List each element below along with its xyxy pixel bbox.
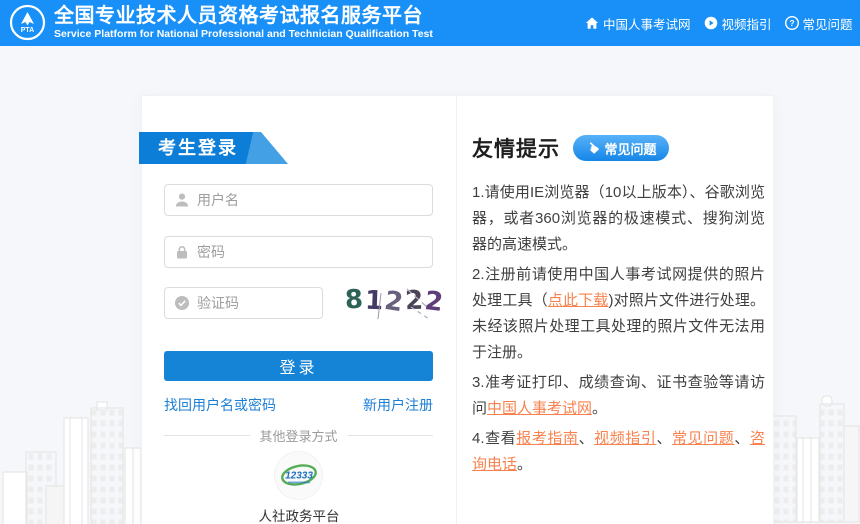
nav-label: 常见问题	[803, 14, 853, 33]
tip-paragraph-1: 1.请使用IE浏览器（10以上版本）、谷歌浏览器，或者360浏览器的极速模式、搜…	[472, 180, 765, 258]
download-photo-tool-link[interactable]: 点此下载	[548, 292, 609, 309]
account-links: 找回用户名或密码 新用户注册	[164, 395, 433, 415]
lock-icon	[174, 244, 190, 260]
brand: PTA 全国专业技术人员资格考试报名服务平台 Service Platform …	[9, 4, 433, 41]
tips-title: 友情提示	[472, 133, 560, 163]
exam-guide-link[interactable]: 报考指南	[516, 430, 578, 447]
site-subtitle: Service Platform for National Profession…	[54, 28, 433, 41]
tip-paragraph-4: 4.查看报考指南、视频指引、常见问题、咨询电话。	[472, 426, 765, 478]
password-input[interactable]	[197, 237, 426, 267]
question-circle-icon: ?	[785, 16, 799, 30]
tips-body: 1.请使用IE浏览器（10以上版本）、谷歌浏览器，或者360浏览器的极速模式、搜…	[472, 180, 765, 482]
nav-label: 中国人事考试网	[603, 14, 691, 33]
exam-site-link[interactable]: 中国人事考试网	[487, 400, 592, 417]
gov-12333-login-button[interactable]: 12333	[275, 452, 322, 499]
nav-link-faq[interactable]: ? 常见问题	[785, 14, 853, 33]
12333-logo-icon: 12333	[279, 461, 319, 491]
nav-link-video-guide[interactable]: 视频指引	[704, 14, 772, 33]
logo-text: PTA	[21, 27, 34, 34]
captcha-noise	[345, 281, 434, 321]
faq-badge-label: 常见问题	[604, 139, 656, 158]
pointer-hand-icon: ☚	[582, 137, 604, 159]
captcha-input[interactable]	[197, 288, 316, 318]
username-field	[164, 184, 433, 216]
password-field	[164, 236, 433, 268]
column-divider	[456, 96, 457, 524]
site-title: 全国专业技术人员资格考试报名服务平台	[54, 5, 433, 27]
other-login-divider: 其他登录方式	[164, 426, 433, 444]
svg-text:12333: 12333	[285, 470, 313, 481]
other-login-label: 其他登录方式	[250, 426, 348, 445]
captcha-image[interactable]: 81222	[345, 281, 434, 321]
shield-check-icon	[174, 295, 190, 311]
login-button[interactable]: 登录	[164, 351, 433, 381]
svg-text:?: ?	[789, 18, 794, 28]
forgot-credentials-link[interactable]: 找回用户名或密码	[164, 395, 276, 415]
user-icon	[174, 192, 190, 208]
site-titles: 全国专业技术人员资格考试报名服务平台 Service Platform for …	[54, 5, 433, 41]
login-card: 考生登录 81222	[141, 95, 774, 524]
tip-paragraph-3: 3.准考证打印、成绩查询、证书查验等请访问中国人事考试网。	[472, 370, 765, 422]
tip-paragraph-2: 2.注册前请使用中国人事考试网提供的照片处理工具（点此下载)对照片文件进行处理。…	[472, 262, 765, 366]
video-guide-link[interactable]: 视频指引	[594, 430, 656, 447]
faq-badge-button[interactable]: ☚ 常见问题	[573, 135, 669, 161]
play-circle-icon	[704, 16, 718, 30]
faq-link[interactable]: 常见问题	[672, 430, 734, 447]
city-skyline-illustration-right	[764, 352, 860, 524]
pta-logo-icon: PTA	[9, 4, 46, 41]
header-nav: 中国人事考试网 视频指引 ? 常见问题 咨询电话	[585, 0, 860, 46]
nav-link-exam-site[interactable]: 中国人事考试网	[585, 14, 691, 33]
login-panel-ribbon: 考生登录	[139, 132, 288, 164]
tips-header: 友情提示 ☚ 常见问题	[472, 133, 669, 163]
gov-platform-label: 人社政务平台	[142, 505, 456, 524]
login-panel-title: 考生登录	[158, 138, 238, 158]
register-link[interactable]: 新用户注册	[363, 395, 433, 415]
top-header: PTA 全国专业技术人员资格考试报名服务平台 Service Platform …	[0, 0, 860, 46]
nav-label: 视频指引	[722, 14, 772, 33]
home-icon	[585, 16, 599, 30]
username-input[interactable]	[197, 185, 426, 215]
captcha-field	[164, 287, 323, 319]
